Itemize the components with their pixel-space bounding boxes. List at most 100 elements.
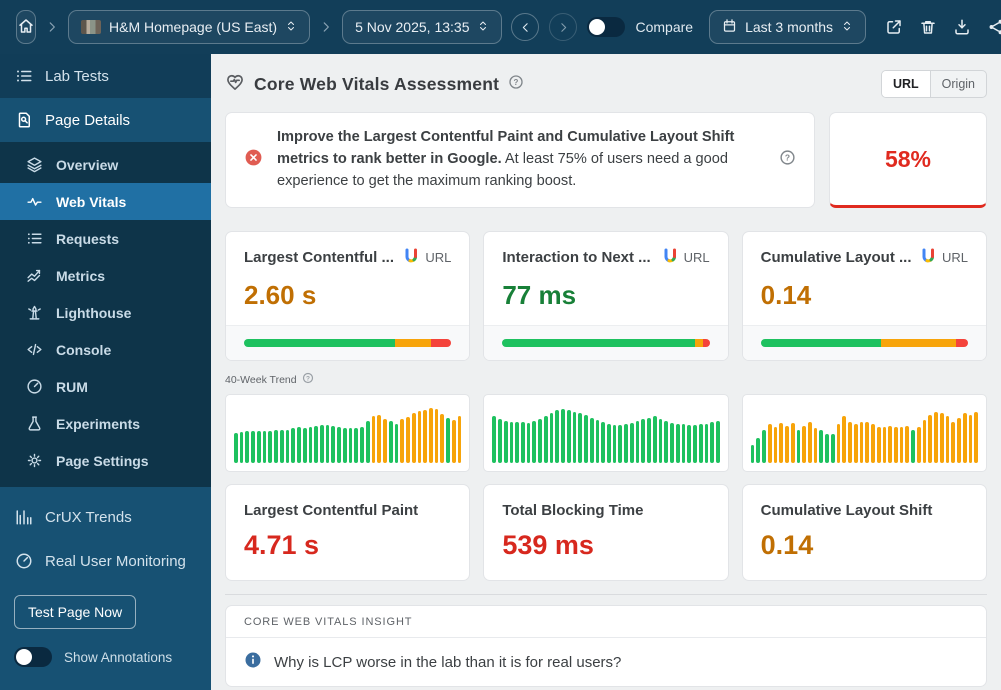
trend-bar (825, 434, 829, 464)
cls-trend-chart[interactable] (741, 394, 987, 473)
sidebar-item-experiments[interactable]: Experiments (0, 405, 211, 442)
sidebar-item-real-user-monitoring[interactable]: Real User Monitoring (0, 539, 211, 583)
trend-bar (543, 415, 548, 464)
test-date-selector[interactable]: 5 Nov 2025, 13:35 (342, 10, 503, 44)
trend-bar (618, 425, 623, 464)
distribution-footer (484, 325, 728, 361)
trend-bar (572, 412, 577, 464)
sidebar-item-page-settings[interactable]: Page Settings (0, 442, 211, 479)
layers-icon (25, 156, 43, 173)
lcp-trend-chart[interactable] (225, 394, 471, 473)
compare-toggle[interactable] (587, 17, 626, 37)
delete-button[interactable] (916, 15, 940, 39)
topbar-actions: Compare Last 3 months (511, 10, 1001, 44)
date-range-label: Last 3 months (745, 19, 834, 35)
date-range-selector[interactable]: Last 3 months (709, 10, 867, 44)
field-card-lcp[interactable]: Largest Contentful ... URL 2.60 s (225, 231, 471, 362)
metric-title: Cumulative Layout Shift (760, 502, 933, 520)
sidebar-item-page-details[interactable]: Page Details (0, 98, 211, 142)
code-icon (25, 341, 43, 358)
chevron-updown-icon (285, 19, 297, 35)
chevron-updown-icon (477, 19, 489, 35)
distribution-segment-needs_improvement (695, 339, 704, 348)
sidebar-item-crux-trends[interactable]: CrUX Trends (0, 495, 211, 539)
gear-icon (25, 452, 43, 469)
trend-bar (894, 427, 898, 464)
insight-question-row[interactable]: Why is LCP worse in the lab than it is f… (226, 638, 986, 686)
trend-bar (865, 422, 870, 464)
assessment-summary-row: Improve the Largest Contentful Paint and… (225, 112, 987, 208)
distribution-footer (226, 325, 470, 361)
inp-trend-chart[interactable] (483, 394, 729, 473)
sidebar-item-overview[interactable]: Overview (0, 146, 211, 183)
trend-bar (871, 424, 875, 464)
trend-bar (882, 427, 887, 464)
show-annotations-toggle[interactable] (14, 647, 52, 667)
trend-bar (715, 421, 720, 464)
toggle-knob (589, 19, 606, 35)
trend-bar (451, 420, 456, 464)
svg-text:?: ? (306, 375, 310, 382)
trend-bar (767, 424, 772, 464)
trend-bar (308, 427, 313, 464)
sidebar-item-label: Real User Monitoring (45, 552, 186, 570)
crux-source-badge: URL (662, 248, 710, 267)
metric-value: 77 ms (502, 280, 577, 310)
trend-bar (538, 418, 542, 464)
field-card-inp[interactable]: Interaction to Next ... URL 77 ms (483, 231, 729, 362)
trend-bar (578, 413, 583, 464)
sidebar-item-metrics[interactable]: Metrics (0, 257, 211, 294)
trend-bar (911, 430, 915, 464)
trend-bar (521, 422, 525, 464)
list-icon (14, 67, 34, 85)
sidebar-item-lab-tests[interactable]: Lab Tests (0, 54, 211, 98)
share-button[interactable] (984, 15, 1001, 39)
help-icon[interactable]: ? (779, 149, 796, 171)
lab-card-tbt[interactable]: Total Blocking Time 539 ms (483, 484, 729, 582)
sidebar-item-rum[interactable]: RUM (0, 368, 211, 405)
sidebar-item-label: Lighthouse (56, 304, 132, 321)
sidebar-item-lighthouse[interactable]: Lighthouse (0, 294, 211, 331)
trend-bar (239, 432, 244, 464)
toggle-option-origin[interactable]: Origin (931, 71, 986, 97)
trend-bar (417, 411, 422, 464)
sidebar-item-console[interactable]: Console (0, 331, 211, 368)
trend-bar (704, 423, 709, 464)
previous-test-button[interactable] (511, 13, 540, 41)
metric-value: 0.14 (760, 280, 812, 310)
toggle-option-url[interactable]: URL (881, 71, 931, 97)
metric-value: 539 ms (502, 530, 594, 561)
trend-bar (509, 421, 514, 464)
source-label: URL (941, 250, 968, 265)
open-external-button[interactable] (882, 15, 906, 39)
trend-bar (377, 415, 382, 464)
field-metric-cards: Largest Contentful ... URL 2.60 s Intera… (225, 231, 987, 362)
trend-bar (423, 410, 427, 464)
sidebar-item-web-vitals[interactable]: Web Vitals (0, 183, 211, 220)
show-annotations-row: Show Annotations (0, 637, 211, 677)
trend-bar (922, 420, 927, 464)
trend-bar (756, 438, 761, 464)
trend-bar (928, 415, 933, 464)
trend-bar (388, 421, 393, 464)
trend-bar (291, 428, 296, 464)
distribution-bar (502, 339, 710, 348)
test-page-now-button[interactable]: Test Page Now (14, 595, 137, 629)
next-test-button[interactable] (549, 13, 578, 41)
crux-logo-icon (920, 248, 936, 267)
download-button[interactable] (950, 15, 974, 39)
field-card-cls[interactable]: Cumulative Layout ... URL 0.14 (741, 231, 987, 362)
trend-bar (750, 445, 755, 464)
trend-bar (670, 423, 674, 464)
home-button[interactable] (16, 10, 36, 44)
lab-card-lcp[interactable]: Largest Contentful Paint 4.71 s (225, 484, 471, 582)
trend-bar (365, 421, 370, 464)
metric-value: 0.14 (760, 530, 814, 561)
distribution-segment-good (244, 339, 396, 348)
trend-bar (555, 409, 560, 464)
trend-bar (710, 422, 714, 464)
page-selector[interactable]: H&M Homepage (US East) (68, 10, 311, 44)
lab-card-cls[interactable]: Cumulative Layout Shift 0.14 (741, 484, 987, 582)
sidebar-item-requests[interactable]: Requests (0, 220, 211, 257)
sidebar-item-label: Lab Tests (45, 67, 109, 85)
